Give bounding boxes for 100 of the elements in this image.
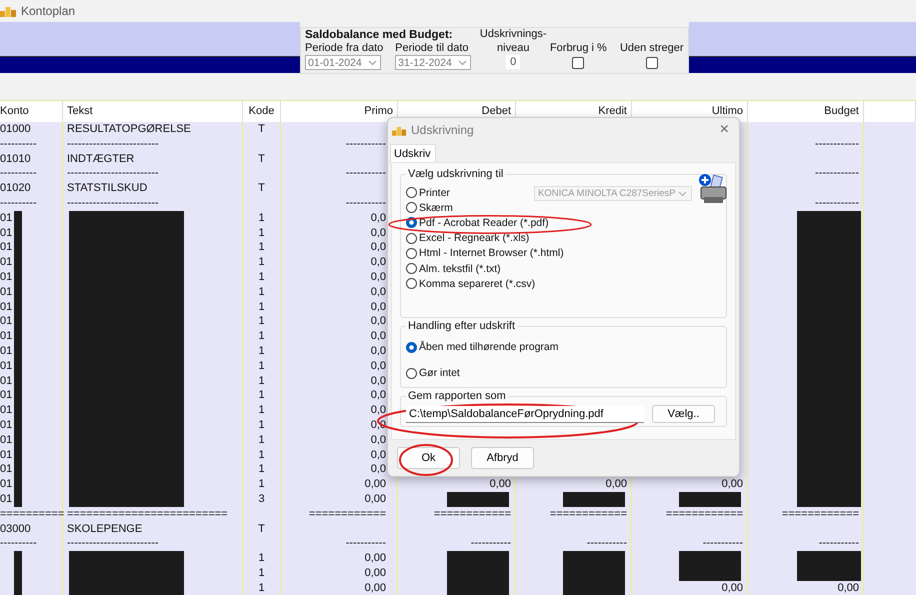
checkbox[interactable] — [572, 57, 584, 69]
konto-cell: 01 — [0, 329, 12, 344]
kode-cell: 1 — [258, 270, 265, 285]
app-icon — [392, 124, 406, 136]
redaction-block — [797, 551, 861, 566]
panel-title: Saldobalance med Budget: — [305, 29, 453, 41]
primo-cell: 0,00 — [364, 580, 386, 595]
konto-cell: 01 — [0, 448, 12, 462]
group-title: Vælg udskrivning til — [406, 168, 506, 180]
konto-cell: 03000 — [0, 522, 31, 536]
kredit-cell: 0,00 — [606, 477, 627, 492]
app-icon — [0, 4, 16, 16]
kode-cell: 1 — [258, 344, 265, 359]
kode-cell: 1 — [258, 284, 265, 300]
highlight-ellipse — [398, 443, 454, 477]
kode-cell: T — [258, 181, 265, 196]
primo-cell: 0,0 — [370, 300, 386, 314]
redaction-block — [797, 566, 861, 581]
radio-option[interactable]: Alm. tekstfil (*.txt) — [406, 260, 501, 276]
primo-cell: 0,0 — [370, 448, 386, 462]
primo-cell: 0,00 — [364, 551, 386, 566]
konto-cell: 01 — [0, 358, 12, 374]
budget-cell: ============ — [782, 506, 859, 522]
printer-icon[interactable] — [698, 173, 728, 205]
budget-cell: ----------- — [818, 536, 859, 552]
konto-cell: 01 — [0, 255, 12, 270]
konto-cell: 01 — [0, 462, 12, 478]
radio-option[interactable]: Printer — [406, 185, 450, 200]
radio-option[interactable]: Komma separeret (*.csv) — [406, 276, 536, 292]
konto-cell: 01 — [0, 403, 12, 418]
konto-cell: 01 — [0, 418, 12, 433]
radio-option[interactable]: Åben med tilhørende program — [406, 334, 722, 360]
redaction-block — [679, 566, 741, 581]
konto-cell: 01 — [0, 432, 12, 448]
group-title: Gem rapporten som — [406, 390, 508, 402]
tekst-cell: ------------------------- — [67, 136, 159, 152]
kode-cell: 1 — [258, 418, 265, 433]
redaction-block — [679, 551, 741, 566]
konto-cell: 01 — [0, 314, 12, 330]
primo-cell: 0,0 — [370, 374, 386, 388]
konto-cell: 01010 — [0, 152, 31, 166]
column-header[interactable]: Konto — [0, 101, 63, 122]
tekst-cell: STATSTILSKUD — [67, 181, 148, 196]
chevron-icon — [678, 190, 687, 196]
primo-cell: ----------- — [346, 196, 386, 211]
konto-cell: 01 — [0, 344, 12, 359]
radio-option[interactable]: Skærm — [406, 200, 453, 216]
tekst-cell: ========================= — [67, 506, 228, 522]
redaction-block — [447, 492, 509, 507]
primo-cell: ============ — [308, 506, 386, 522]
konto-cell: 01 — [0, 492, 12, 507]
budget-cell: ------------ — [815, 166, 859, 182]
kode-cell: 1 — [258, 403, 265, 418]
primo-cell: 0,0 — [370, 255, 386, 270]
konto-cell: 01 — [0, 226, 12, 240]
radio-option[interactable]: Excel - Regneark (*.xls) — [406, 230, 530, 246]
dialog-title: Udskrivning — [411, 123, 474, 137]
primo-cell: 0,0 — [370, 388, 386, 404]
close-button[interactable]: × — [716, 121, 733, 139]
file-path-field[interactable]: C:\temp\SaldobalanceFørOprydning.pdf — [406, 406, 644, 422]
konto-cell: 01 — [0, 388, 12, 404]
redaction-block — [563, 492, 625, 507]
primo-cell: 0,0 — [370, 344, 386, 359]
redaction-block — [797, 492, 861, 507]
tab[interactable]: Udskriv — [390, 144, 436, 162]
kode-cell: 1 — [258, 329, 265, 344]
kode-cell: 1 — [258, 314, 265, 330]
date-combobox[interactable]: 31-12-2024 — [395, 55, 472, 70]
redaction-block — [679, 492, 741, 507]
primo-cell: 0,0 — [370, 210, 386, 226]
redaction-block — [563, 580, 625, 595]
budget-cell: 0,00 — [838, 580, 859, 595]
redaction-block — [797, 210, 861, 226]
window-title: Kontoplan — [21, 4, 76, 18]
kode-cell: 1 — [258, 300, 265, 314]
radio-option[interactable]: Gør intet — [406, 360, 722, 386]
checkbox[interactable] — [646, 57, 658, 69]
konto-cell: 01 — [0, 374, 12, 388]
budget-cell: ------------ — [815, 136, 859, 152]
kode-cell: 1 — [258, 240, 265, 256]
primo-cell: 0,0 — [370, 270, 386, 285]
primo-cell: 0,0 — [370, 432, 386, 448]
group-title: Handling efter udskrift — [406, 320, 517, 332]
date-combobox[interactable]: 01-01-2024 — [305, 55, 381, 70]
browse-button[interactable]: Vælg.. — [652, 405, 715, 423]
cancel-button[interactable]: Afbryd — [471, 447, 534, 469]
kode-cell: 1 — [258, 448, 265, 462]
debet-cell: 0,00 — [490, 477, 511, 492]
kode-cell: 1 — [258, 551, 265, 566]
budget-cell: ------------ — [815, 196, 859, 211]
konto-cell: 01020 — [0, 181, 31, 196]
konto-cell: 01 — [0, 240, 12, 256]
level-field[interactable]: 0 — [506, 55, 520, 69]
kode-cell: 1 — [258, 477, 265, 492]
konto-cell: 01 — [0, 270, 12, 285]
ok-button[interactable]: Ok — [397, 447, 460, 469]
debet-cell: ----------- — [470, 536, 511, 552]
tekst-cell: INDTÆGTER — [67, 152, 134, 166]
radio-option[interactable]: Html - Internet Browser (*.html) — [406, 246, 564, 261]
kode-cell: T — [258, 152, 265, 166]
